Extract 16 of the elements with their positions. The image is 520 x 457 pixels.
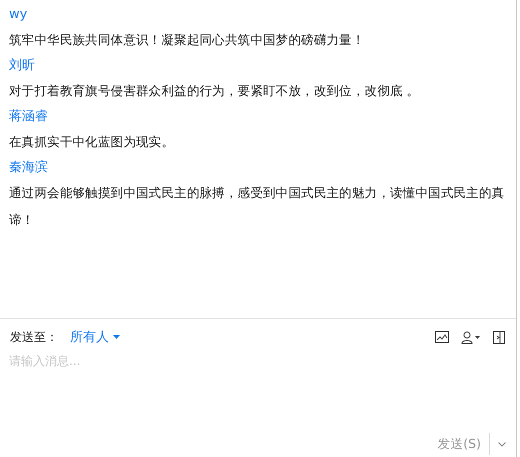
recipient-dropdown[interactable]: 所有人	[70, 328, 120, 346]
send-button[interactable]: 发送(S)	[437, 436, 481, 452]
message-text: 在真抓实干中化蓝图为现实。	[9, 133, 176, 151]
caret-icon	[113, 335, 120, 339]
image-icon[interactable]	[435, 331, 449, 343]
sender-name: 秦海滨	[9, 159, 49, 177]
message-text: 筑牢中华民族共同体意识！凝聚起同心共筑中国梦的磅礴力量！	[9, 31, 366, 49]
person-icon[interactable]	[461, 330, 481, 344]
sender-name: 刘昕	[9, 57, 36, 75]
chevron-down-icon[interactable]	[498, 442, 506, 446]
sender-name: wy	[9, 6, 28, 24]
window-icon[interactable]	[493, 330, 505, 344]
message-text: 通过两会能够触摸到中国式民主的脉搏，感受到中国式民主的魅力，读懂中国式民主的真谛！	[9, 184, 506, 229]
send-to-label: 发送至：	[10, 328, 58, 346]
message-text: 对于打着教育旗号侵害群众利益的行为，要紧盯不放，改到位，改彻底 。	[9, 82, 420, 100]
sender-name: 蒋涵睿	[9, 108, 49, 126]
